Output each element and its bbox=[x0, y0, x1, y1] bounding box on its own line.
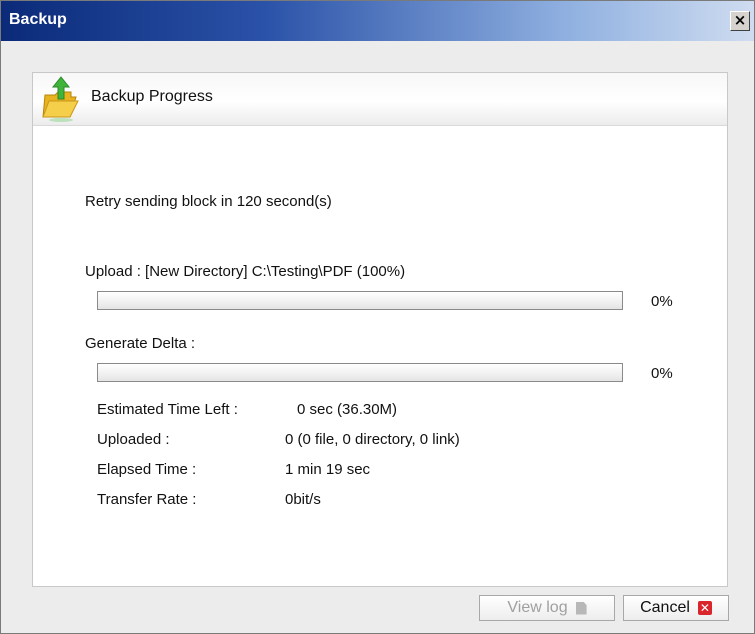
status-message: Retry sending block in 120 second(s) bbox=[85, 193, 332, 210]
cancel-x-icon: ✕ bbox=[697, 601, 712, 615]
stat-label: Elapsed Time : bbox=[97, 461, 197, 478]
cancel-label: Cancel bbox=[640, 599, 690, 616]
stat-value: 0 sec (36.30M) bbox=[297, 401, 398, 418]
stat-label: Uploaded : bbox=[97, 431, 170, 448]
title-bar[interactable]: Backup × bbox=[1, 1, 754, 41]
upload-percent: 0% bbox=[651, 293, 673, 310]
stat-label: Transfer Rate : bbox=[97, 491, 197, 508]
panel-header: Backup Progress bbox=[33, 73, 727, 126]
upload-label: Upload : [New Directory] C:\Testing\PDF … bbox=[85, 263, 406, 280]
cancel-button[interactable]: Cancel ✕ bbox=[623, 595, 729, 621]
stat-value: 0bit/s bbox=[285, 491, 321, 508]
view-log-button[interactable]: View log bbox=[479, 595, 615, 621]
document-icon bbox=[575, 601, 587, 615]
delta-percent: 0% bbox=[651, 365, 673, 382]
upload-progress-bar bbox=[97, 291, 623, 310]
stat-label: Estimated Time Left : bbox=[97, 401, 238, 418]
delta-label: Generate Delta : bbox=[85, 335, 196, 352]
delta-progress-bar bbox=[97, 363, 623, 382]
window-title: Backup bbox=[9, 11, 67, 28]
backup-dialog: Backup × Backup Progress Retry sending b… bbox=[0, 0, 755, 634]
progress-panel: Backup Progress Retry sending block in 1… bbox=[32, 72, 728, 587]
stat-value: 0 (0 file, 0 directory, 0 link) bbox=[285, 431, 460, 448]
stat-value: 1 min 19 sec bbox=[285, 461, 371, 478]
view-log-label: View log bbox=[507, 599, 568, 616]
panel-title: Backup Progress bbox=[91, 88, 213, 105]
folder-upload-icon bbox=[42, 76, 79, 122]
close-button[interactable]: × bbox=[730, 11, 750, 31]
